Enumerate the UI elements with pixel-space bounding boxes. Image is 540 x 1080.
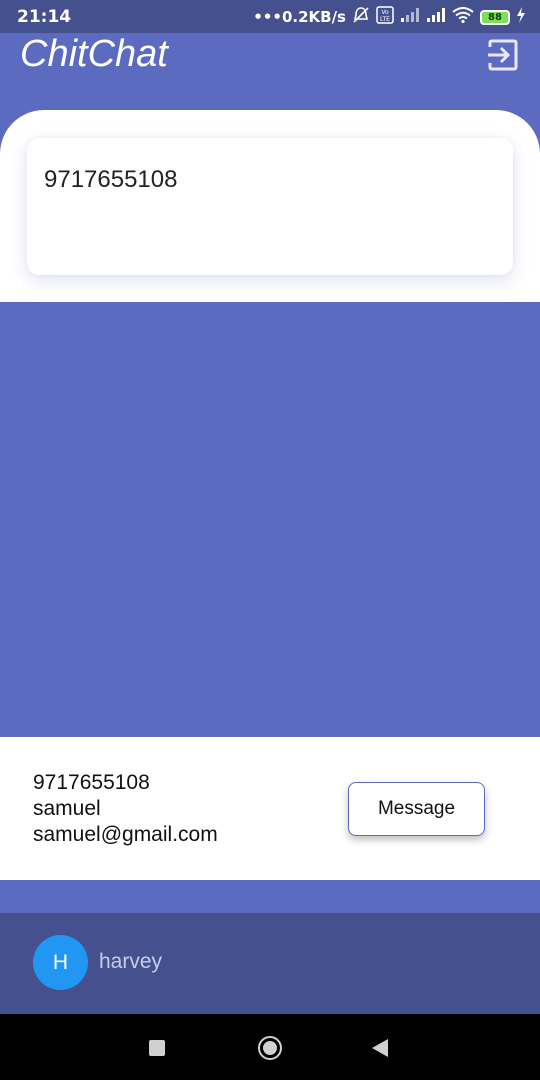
volte-icon: Vo LTE (376, 6, 394, 28)
avatar[interactable]: H (33, 935, 88, 990)
search-panel: 9717655108 (0, 110, 540, 302)
app-bar: ChitChat (0, 33, 540, 93)
status-icons: •••0.2KB/s Vo LTE 88 (253, 6, 526, 28)
mute-alarm-icon (352, 6, 370, 28)
app-title: ChitChat (20, 33, 168, 75)
result-phone: 9717655108 (33, 771, 150, 794)
logout-button[interactable] (486, 38, 520, 72)
logout-icon (488, 39, 518, 71)
signal-icon (400, 7, 420, 27)
network-speed: •••0.2KB/s (253, 8, 346, 26)
result-name: samuel (33, 797, 101, 820)
back-icon[interactable] (372, 1039, 388, 1057)
user-result-card: 9717655108 samuel samuel@gmail.com Messa… (0, 737, 540, 880)
home-icon[interactable] (258, 1036, 282, 1060)
system-nav-bar (0, 1014, 540, 1080)
search-input[interactable]: 9717655108 (27, 138, 513, 275)
svg-text:LTE: LTE (380, 16, 390, 23)
signal-icon (426, 7, 446, 27)
battery-icon: 88 (480, 9, 510, 25)
result-info: 9717655108 samuel samuel@gmail.com (33, 770, 218, 848)
status-bar: 21:14 •••0.2KB/s Vo LTE 88 (0, 0, 540, 33)
current-user-bar: H harvey (0, 913, 540, 1014)
wifi-icon (452, 7, 474, 27)
svg-text:Vo: Vo (381, 9, 389, 16)
status-time: 21:14 (17, 7, 72, 27)
result-email: samuel@gmail.com (33, 823, 218, 846)
charging-icon (516, 7, 526, 27)
recents-icon[interactable] (149, 1040, 165, 1056)
user-name: harvey (99, 950, 163, 973)
message-button[interactable]: Message (348, 782, 485, 836)
search-value: 9717655108 (44, 166, 178, 193)
battery-level: 88 (480, 9, 510, 25)
